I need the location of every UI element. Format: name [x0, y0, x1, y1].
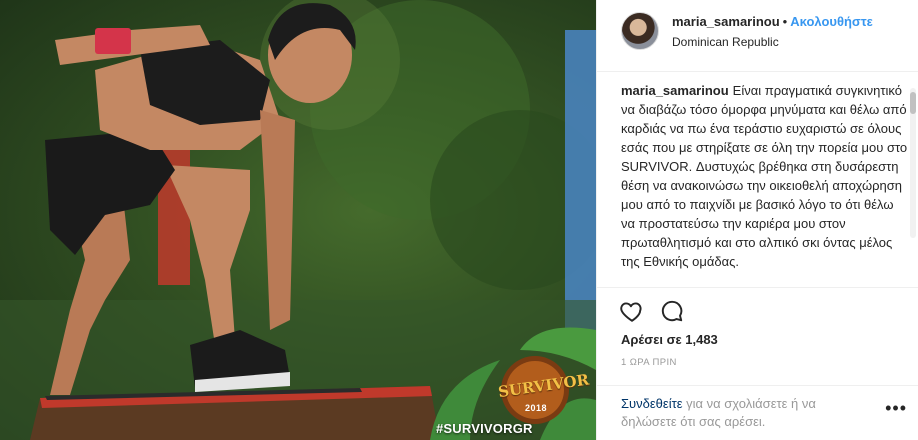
more-options-icon[interactable]: •••	[885, 398, 907, 419]
caption-scrollbar[interactable]	[910, 88, 916, 238]
caption-scroll-area[interactable]: maria_samarinou Είναι πραγματικά συγκινητ…	[597, 73, 918, 287]
comment-icon[interactable]	[659, 298, 685, 324]
avatar[interactable]	[621, 12, 659, 50]
username-link[interactable]: maria_samarinou	[672, 14, 780, 29]
caption: maria_samarinou Είναι πραγματικά συγκινητ…	[597, 73, 918, 271]
post-header: maria_samarinou • Ακολουθήστε Dominican Re…	[597, 0, 918, 72]
heart-icon[interactable]	[619, 298, 645, 324]
login-link[interactable]: Συνδεθείτε	[621, 396, 683, 411]
likes-count[interactable]: Αρέσει σε 1,483	[621, 332, 718, 347]
post-actions: Αρέσει σε 1,483 1 ΩΡΑ ΠΡΙΝ Συνδεθείτε γι…	[597, 287, 918, 429]
separator-dot: •	[782, 14, 788, 29]
survivor-logo-year: 2018	[524, 403, 548, 413]
caption-username[interactable]: maria_samarinou	[621, 83, 729, 98]
caption-text: Είναι πραγματικά συγκινητικό να διαβάζω …	[621, 83, 908, 269]
scrollbar-thumb[interactable]	[910, 92, 916, 114]
username-row: maria_samarinou • Ακολουθήστε	[672, 14, 873, 29]
follow-button[interactable]: Ακολουθήστε	[790, 14, 873, 29]
location-link[interactable]: Dominican Republic	[672, 35, 779, 49]
comment-login-area: Συνδεθείτε για να σχολιάσετε ή να δηλώσε…	[597, 385, 918, 440]
post-timestamp[interactable]: 1 ΩΡΑ ΠΡΙΝ	[621, 357, 677, 368]
post-photo[interactable]: SURVIVOR 2018 #SURVIVORGR	[0, 0, 596, 440]
post-side-panel: maria_samarinou • Ακολουθήστε Dominican Re…	[596, 0, 918, 440]
login-prompt: Συνδεθείτε για να σχολιάσετε ή να δηλώσε…	[621, 395, 871, 431]
photo-illustration	[0, 0, 596, 440]
photo-hashtag: #SURVIVORGR	[436, 421, 533, 436]
